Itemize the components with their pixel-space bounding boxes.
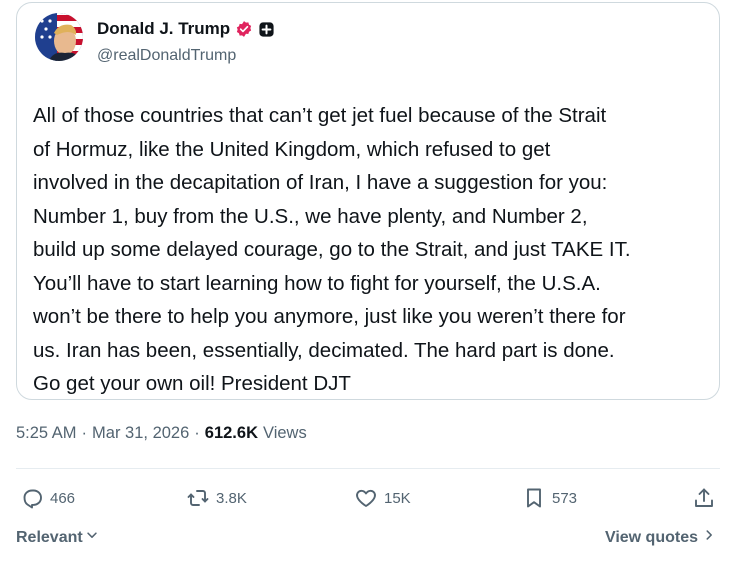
post-time[interactable]: 5:25 AM	[16, 424, 77, 443]
bookmark-button[interactable]: 573	[522, 486, 577, 510]
display-name[interactable]: Donald J. Trump	[97, 19, 230, 39]
separator-dot: ·	[194, 424, 200, 442]
heart-icon	[354, 486, 378, 510]
affiliate-badge-icon	[258, 21, 275, 38]
reply-icon	[20, 486, 44, 510]
reply-controls: Relevant View quotes	[16, 528, 720, 552]
post-meta: 5:25 AM · Mar 31, 2026 · 612.6K Views	[16, 424, 307, 443]
views-count[interactable]: 612.6K	[205, 424, 258, 443]
sort-relevant-dropdown[interactable]: Relevant	[16, 528, 99, 547]
reply-count: 466	[50, 489, 76, 507]
post-text: All of those countries that can’t get je…	[33, 104, 631, 395]
views-label: Views	[263, 424, 307, 442]
view-quotes-link[interactable]: View quotes	[605, 528, 716, 547]
flag-portrait-avatar-icon	[35, 13, 83, 61]
action-bar: 466 3.8K 15K 573	[16, 486, 720, 516]
repost-button[interactable]: 3.8K	[186, 486, 247, 510]
bookmark-icon	[522, 486, 546, 510]
repost-icon	[186, 486, 210, 510]
reply-button[interactable]: 466	[20, 486, 75, 510]
bookmark-count: 573	[552, 489, 578, 507]
chevron-right-icon	[702, 528, 716, 547]
user-handle[interactable]: @realDonaldTrump	[97, 47, 236, 65]
sort-label: Relevant	[16, 528, 83, 546]
chevron-down-icon	[85, 528, 99, 547]
separator-dot: ·	[81, 424, 88, 442]
repost-count: 3.8K	[216, 489, 247, 507]
like-button[interactable]: 15K	[354, 486, 411, 510]
like-count: 15K	[384, 489, 411, 507]
share-button[interactable]	[692, 486, 716, 510]
post-date[interactable]: Mar 31, 2026	[92, 424, 189, 443]
avatar[interactable]	[35, 13, 83, 61]
quoted-post-card[interactable]: Donald J. Trump @realDonaldTrump All of …	[16, 2, 720, 400]
divider	[16, 468, 720, 469]
view-quotes-label: View quotes	[604, 528, 698, 546]
share-icon	[692, 486, 716, 510]
verified-badge-icon	[235, 20, 253, 38]
